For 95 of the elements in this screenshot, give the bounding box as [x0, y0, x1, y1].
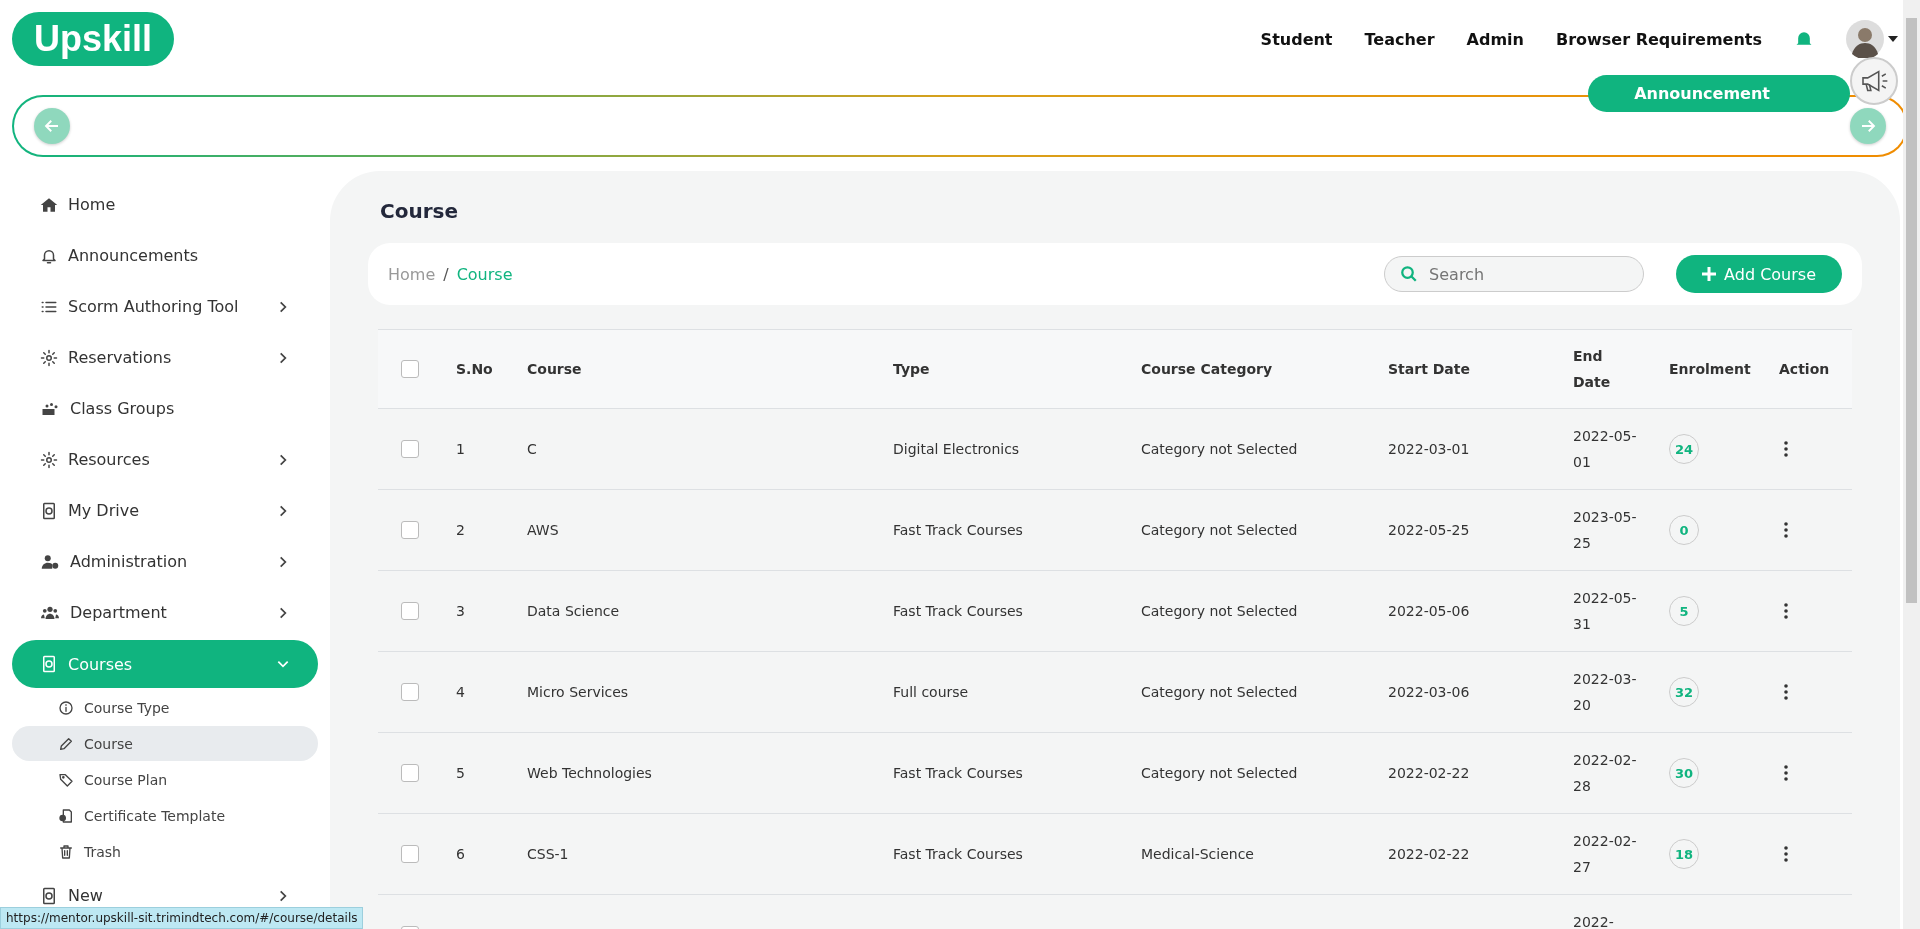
row-checkbox[interactable] [400, 440, 419, 458]
nav-link[interactable]: Student [1260, 29, 1333, 49]
table-cell-text: Category not Selected [1140, 684, 1299, 700]
row-checkbox[interactable] [400, 764, 419, 782]
drive-icon [40, 886, 58, 905]
column-header: Course Category [1140, 361, 1274, 377]
table-cell-text: 2023-05-25 [1572, 508, 1638, 553]
search-icon [1400, 265, 1419, 283]
arrow-left-icon [43, 117, 61, 135]
column-header: Type [892, 361, 931, 377]
table-cell-text: Web Technologies [526, 765, 653, 781]
nav-link[interactable]: Admin [1466, 29, 1524, 49]
sidebar-item[interactable]: Department [12, 587, 318, 638]
row-checkbox[interactable] [400, 845, 419, 863]
sidebar-item[interactable]: Class Groups [12, 383, 318, 434]
sidebar-item[interactable]: Resources [12, 434, 318, 485]
table-cell-text: Fast Track Courses [892, 765, 1024, 781]
column-header: Action [1778, 361, 1831, 377]
trash-icon [58, 843, 74, 860]
sidebar-subitem[interactable]: Course Plan [12, 762, 318, 797]
gear-icon [40, 348, 58, 367]
table-cell-text: Category not Selected [1140, 522, 1299, 538]
table-cell-text: CSS-1 [526, 846, 570, 862]
table-cell-text: 2022-03-06 [1387, 684, 1471, 700]
nav-link[interactable]: Browser Requirements [1555, 29, 1762, 49]
table-cell-text: 2022-02-22 [1387, 846, 1471, 862]
select-all-checkbox[interactable] [400, 360, 419, 378]
user-gear-icon [40, 552, 60, 571]
nav-link[interactable]: Teacher [1364, 29, 1435, 49]
drive-icon [40, 501, 58, 520]
table-cell-text: Fast Track Courses [892, 522, 1024, 538]
arrow-right-icon [1859, 117, 1877, 135]
avatar[interactable] [1846, 20, 1884, 58]
sidebar-item[interactable]: Administration [12, 536, 318, 587]
table-cell-text: 2022-02-28 [1572, 751, 1638, 796]
table-cell-text: 4 [455, 684, 466, 700]
row-checkbox[interactable] [400, 521, 419, 539]
certificate-icon [58, 807, 74, 824]
caret-icon[interactable] [1888, 36, 1898, 42]
row-checkbox[interactable] [400, 602, 419, 620]
sidebar-item[interactable]: Scorm Authoring Tool [12, 281, 318, 332]
gear-icon [40, 450, 58, 469]
sidebar-subitem[interactable]: Trash [12, 834, 318, 869]
previous-button[interactable] [34, 108, 70, 144]
table-cell-text: 6 [455, 846, 466, 862]
page-title: Course [380, 199, 459, 223]
sidebar-subitem[interactable]: Course [12, 726, 318, 761]
sidebar-subitem[interactable]: Certificate Template [12, 798, 318, 833]
search-field[interactable]: Search [1384, 256, 1645, 292]
table-cell-text: 2022-05-06 [1387, 603, 1471, 619]
table-cell-text: Full course [892, 684, 970, 700]
column-header: End Date [1572, 347, 1612, 392]
table-cell-text: 2022-05-31 [1572, 589, 1638, 634]
table-cell-text: 2022-02-27 [1572, 832, 1638, 877]
sidebar-item[interactable]: My Drive [12, 485, 318, 536]
table-cell-text: Data Science [526, 603, 621, 619]
column-header: Enrolment [1668, 361, 1752, 377]
drive-icon [40, 655, 58, 673]
column-header: Course [526, 361, 583, 377]
table-cell-text: C [526, 441, 538, 457]
column-header: S.No [455, 361, 494, 377]
table-cell-text: 2022-02-22 [1387, 765, 1471, 781]
table-cell-text: 5 [455, 765, 466, 781]
sidebar-item[interactable]: Reservations [12, 332, 318, 383]
sidebar-item[interactable]: Announcements [12, 230, 318, 281]
table-cell-text: AWS [526, 522, 560, 538]
table-cell-text: Category not Selected [1140, 765, 1299, 781]
table-cell-text: 1 [455, 441, 466, 457]
table-cell-text: 2 [455, 522, 466, 538]
info-icon [58, 699, 74, 716]
table-cell-text: Medical-Science [1140, 846, 1255, 862]
scrollbar[interactable] [1903, 0, 1920, 929]
plus-icon [1702, 267, 1717, 281]
table-cell-text: Category not Selected [1140, 603, 1299, 619]
column-header: Start Date [1387, 361, 1471, 377]
table-cell-text: 2022-03-01 [1387, 441, 1471, 457]
table-cell-text: 2022-03-20 [1572, 670, 1638, 715]
table-cell-text: Fast Track Courses [892, 846, 1024, 862]
table-cell-text: 2022- [1572, 913, 1615, 929]
sidebar-subitem[interactable]: Course Type [12, 690, 318, 725]
row-checkbox[interactable] [400, 683, 419, 701]
megaphone-icon[interactable] [1850, 57, 1898, 105]
tag-icon [58, 771, 74, 788]
table-cell-text: Digital Electronics [892, 441, 1021, 457]
pencil-icon [58, 735, 74, 752]
table-cell-text: 2022-05-01 [1572, 427, 1638, 472]
next-button[interactable] [1850, 108, 1886, 144]
table-cell-text: 2022-05-25 [1387, 522, 1471, 538]
breadcrumb-separator: / [443, 264, 449, 284]
table-cell-text: Micro Services [526, 684, 630, 700]
table-cell-text: Category not Selected [1140, 441, 1299, 457]
sidebar-item[interactable]: Home [12, 179, 318, 230]
table-cell-text: 3 [455, 603, 466, 619]
url-tooltip: https://mentor.upskill-sit.trimindtech.com/#/course/details [0, 907, 364, 929]
table-cell-text: Fast Track Courses [892, 603, 1024, 619]
